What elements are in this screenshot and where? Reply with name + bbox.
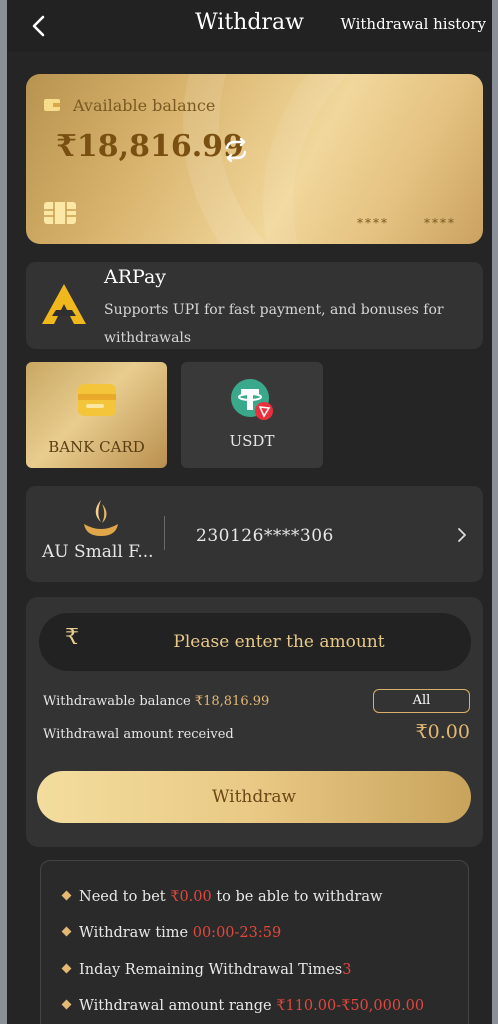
- rule-highlight: 3: [342, 962, 352, 978]
- header: Withdraw Withdrawal history: [7, 0, 492, 52]
- amount-received-value: ₹0.00: [415, 721, 470, 743]
- available-balance-amount: ₹18,816.99: [56, 129, 244, 164]
- tab-label: USDT: [229, 432, 275, 450]
- diamond-bullet-icon: [61, 890, 72, 901]
- masked-card-number-part: ****: [424, 216, 456, 230]
- amount-panel: ₹ Withdrawable balance ₹18,816.99 All Wi…: [26, 597, 483, 847]
- wallet-icon: [44, 99, 60, 111]
- amount-received-label: Withdrawal amount received: [43, 727, 234, 742]
- back-button[interactable]: [25, 12, 53, 40]
- withdraw-rules: Need to bet ₹0.00 to be able to withdraw…: [40, 860, 469, 1024]
- rule-item: Need to bet ₹0.00 to be able to withdraw: [61, 889, 383, 905]
- bank-card-icon: [77, 384, 116, 416]
- chevron-left-icon: [32, 15, 45, 37]
- arpay-name: ARPay: [104, 266, 167, 288]
- withdraw-all-button[interactable]: All: [373, 689, 470, 713]
- rule-highlight: 00:00-23:59: [192, 925, 282, 941]
- withdrawal-history-link[interactable]: Withdrawal history: [340, 15, 486, 33]
- divider: [164, 516, 165, 550]
- rule-suffix: to be able to withdraw: [211, 889, 383, 905]
- arpay-logo-icon: [42, 284, 86, 324]
- rule-highlight: ₹110.00-₹50,000.00: [276, 998, 425, 1014]
- withdrawable-balance-value: ₹18,816.99: [194, 694, 270, 709]
- diamond-bullet-icon: [61, 999, 72, 1010]
- balance-card: Available balance ₹18,816.99 **** ****: [26, 74, 483, 244]
- tab-usdt[interactable]: USDT: [181, 362, 323, 468]
- rule-item: Inday Remaining Withdrawal Times3: [61, 962, 352, 978]
- masked-card-number-part: ****: [357, 216, 389, 230]
- rule-text: Withdrawal amount range: [79, 998, 277, 1014]
- rule-text: Withdraw time: [79, 925, 193, 941]
- usdt-tether-icon: [231, 379, 273, 420]
- arpay-description: Supports UPI for fast payment, and bonus…: [104, 302, 444, 346]
- chevron-right-icon: [458, 528, 466, 542]
- window-edge-right: [492, 0, 498, 1024]
- bank-name: AU Small F...: [42, 542, 154, 562]
- rupee-icon: ₹: [65, 625, 79, 650]
- refresh-icon[interactable]: [222, 138, 250, 162]
- bank-account-number: 230126****306: [196, 526, 334, 546]
- diamond-bullet-icon: [61, 963, 72, 974]
- rule-item: Withdrawal amount range ₹110.00-₹50,000.…: [61, 998, 425, 1014]
- withdraw-button[interactable]: Withdraw: [37, 771, 471, 823]
- withdrawable-balance-row: Withdrawable balance ₹18,816.99: [43, 694, 269, 709]
- withdrawable-balance-label: Withdrawable balance: [43, 694, 195, 709]
- rule-text: Need to bet: [79, 889, 171, 905]
- rule-item: Withdraw time 00:00-23:59: [61, 925, 282, 941]
- rule-text: Inday Remaining Withdrawal Times: [79, 962, 343, 978]
- card-chip-icon: [44, 202, 76, 224]
- amount-field[interactable]: ₹: [39, 613, 471, 671]
- window-edge-left: [0, 0, 7, 1024]
- bank-logo-icon: [84, 500, 118, 536]
- selected-bank-account[interactable]: AU Small F... 230126****306: [26, 486, 483, 582]
- available-balance-label: Available balance: [73, 96, 216, 115]
- rule-highlight: ₹0.00: [170, 889, 212, 905]
- tab-bank-card[interactable]: BANK CARD: [26, 362, 167, 468]
- amount-input[interactable]: [99, 613, 459, 671]
- tab-label: BANK CARD: [48, 438, 145, 456]
- withdraw-screen: Withdraw Withdrawal history Available ba…: [7, 0, 492, 1024]
- diamond-bullet-icon: [61, 926, 72, 937]
- arpay-banner[interactable]: ARPay Supports UPI for fast payment, and…: [26, 262, 483, 349]
